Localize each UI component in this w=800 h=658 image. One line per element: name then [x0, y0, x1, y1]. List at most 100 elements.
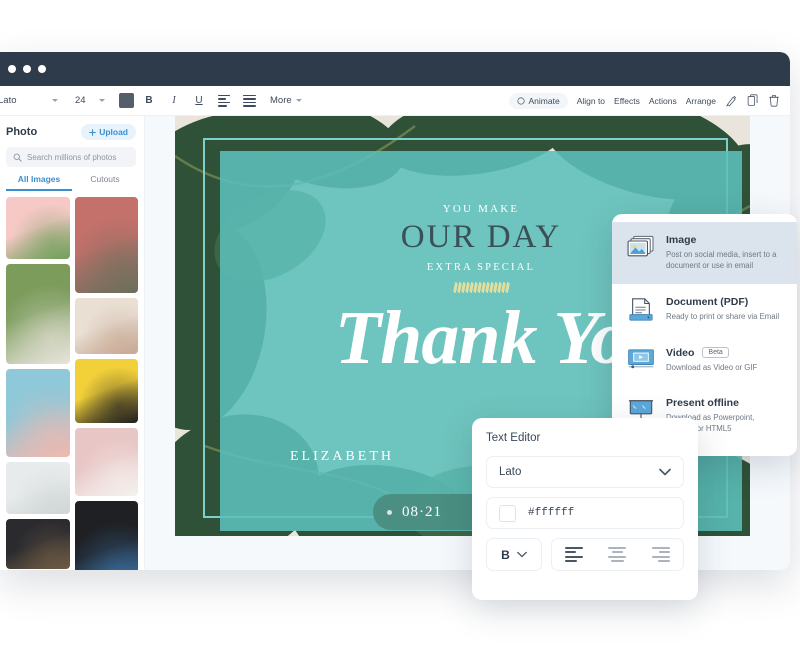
- animate-label: Animate: [528, 95, 560, 106]
- align-left-icon[interactable]: [564, 546, 583, 563]
- window-controls[interactable]: [8, 65, 46, 73]
- export-option-video-text: Video Beta Download as Video or GIF: [666, 347, 785, 373]
- photo-thumbnail[interactable]: [6, 264, 70, 364]
- color-hex-value: #ffffff: [528, 507, 575, 519]
- color-swatch[interactable]: [499, 504, 516, 522]
- photo-thumbnail[interactable]: [6, 519, 70, 569]
- more-options-button[interactable]: More: [270, 95, 302, 106]
- align-center-icon[interactable]: [608, 546, 627, 563]
- magic-brush-icon[interactable]: [725, 94, 738, 107]
- tab-all-images[interactable]: All Images: [6, 174, 72, 191]
- photo-thumbnail-overlay: [6, 264, 70, 364]
- plus-icon: [89, 128, 97, 136]
- effects-button[interactable]: Effects: [614, 96, 640, 106]
- export-option-image-text: Image Post on social media, insert to a …: [666, 234, 785, 272]
- animate-icon: [516, 96, 525, 105]
- photo-column-left: [6, 197, 70, 570]
- toolbar-left-group: Lato 24 B I U More: [0, 90, 302, 111]
- chevron-down-icon: [295, 99, 302, 102]
- video-play-icon: [626, 347, 656, 370]
- export-option-title: Video: [666, 346, 695, 359]
- sidebar-header: Photo Upload: [0, 116, 144, 144]
- chevron-down-icon: [99, 99, 105, 102]
- export-option-video[interactable]: Video Beta Download as Video or GIF: [612, 335, 797, 385]
- export-title-row: Present offline: [666, 397, 785, 409]
- font-select[interactable]: Lato: [486, 456, 684, 488]
- photo-thumbnail-overlay: [74, 197, 138, 293]
- search-input[interactable]: Search millions of photos: [6, 147, 136, 167]
- photo-thumbnail[interactable]: [6, 369, 70, 457]
- actions-button[interactable]: Actions: [649, 96, 677, 106]
- font-size-select[interactable]: 24: [69, 90, 111, 111]
- duplicate-icon[interactable]: [747, 94, 759, 107]
- export-option-desc: Post on social media, insert to a docume…: [666, 250, 777, 271]
- italic-button[interactable]: I: [164, 91, 184, 111]
- arrange-button[interactable]: Arrange: [686, 96, 716, 106]
- photo-thumbnail-overlay: [6, 462, 70, 514]
- export-title-row: Video Beta: [666, 347, 785, 359]
- photo-thumbnail[interactable]: [74, 428, 138, 496]
- text-style-row: B: [486, 538, 684, 571]
- photo-thumbnail[interactable]: [6, 197, 70, 259]
- font-family-value: Lato: [0, 95, 17, 106]
- font-size-value: 24: [75, 95, 86, 106]
- photo-thumbnail-overlay: [6, 519, 70, 569]
- photo-sidebar: Photo Upload Search millions of photos A…: [0, 116, 145, 570]
- align-right-icon[interactable]: [652, 546, 671, 563]
- photo-thumbnail[interactable]: [74, 359, 138, 423]
- bold-button[interactable]: B: [139, 91, 159, 111]
- toolbar-right-group: Animate Align to Effects Actions Arrange: [508, 92, 791, 109]
- text-align-group: [551, 538, 684, 571]
- trash-icon[interactable]: [768, 94, 780, 107]
- image-stack-icon: [626, 234, 656, 259]
- card-date-text: 08·21: [402, 503, 442, 520]
- window-dot-minimize[interactable]: [23, 65, 31, 73]
- bullet-list-icon[interactable]: [239, 91, 259, 111]
- search-icon: [13, 153, 22, 162]
- export-option-document[interactable]: Document (PDF) Ready to print or share v…: [612, 284, 797, 335]
- window-dot-maximize[interactable]: [38, 65, 46, 73]
- photo-thumbnail-overlay: [6, 197, 70, 259]
- screenshot-root: Lato 24 B I U More Animate Align to Effe…: [0, 0, 800, 658]
- card-signature-name[interactable]: ELIZABETH: [290, 449, 394, 465]
- beta-badge: Beta: [702, 347, 729, 359]
- export-option-desc: Download as Video or GIF: [666, 362, 758, 372]
- align-left-icon[interactable]: [214, 91, 234, 111]
- align-to-button[interactable]: Align to: [577, 96, 605, 106]
- photo-thumbnail[interactable]: [74, 197, 138, 293]
- color-field[interactable]: #ffffff: [486, 497, 684, 529]
- export-option-title: Image: [666, 234, 697, 246]
- bold-dropdown-button[interactable]: B: [486, 538, 542, 571]
- text-editor-panel[interactable]: Text Editor Lato #ffffff B: [472, 418, 698, 600]
- align-left-glyph: [218, 94, 230, 107]
- more-label: More: [270, 95, 292, 106]
- sidebar-title: Photo: [6, 126, 38, 138]
- upload-button[interactable]: Upload: [81, 124, 136, 140]
- font-family-select[interactable]: Lato: [0, 90, 64, 111]
- photo-thumbnail-overlay: [74, 298, 138, 354]
- animate-button[interactable]: Animate: [508, 92, 568, 109]
- photo-thumbnail[interactable]: [74, 501, 138, 570]
- upload-label: Upload: [99, 127, 128, 137]
- photo-thumbnail[interactable]: [74, 298, 138, 354]
- window-dot-close[interactable]: [8, 65, 16, 73]
- photo-thumbnail-overlay: [6, 369, 70, 457]
- photo-thumbnail-overlay: [74, 428, 138, 496]
- search-placeholder: Search millions of photos: [27, 152, 117, 162]
- export-option-title: Document (PDF): [666, 295, 749, 308]
- text-color-swatch[interactable]: [119, 93, 134, 108]
- export-option-image[interactable]: Image Post on social media, insert to a …: [612, 222, 797, 284]
- export-title-row: Image: [666, 234, 785, 246]
- badge-hole-icon: [387, 509, 392, 515]
- tab-cutouts[interactable]: Cutouts: [72, 174, 138, 191]
- bold-label: B: [501, 547, 510, 562]
- editor-toolbar: Lato 24 B I U More Animate Align to Effe…: [0, 86, 790, 116]
- underline-button[interactable]: U: [189, 91, 209, 111]
- pdf-document-icon: [626, 296, 656, 323]
- export-title-row: Document (PDF): [666, 296, 785, 308]
- photo-column-right: [74, 197, 138, 570]
- bullet-list-glyph: [242, 94, 256, 107]
- export-option-document-text: Document (PDF) Ready to print or share v…: [666, 296, 785, 322]
- photo-thumbnail[interactable]: [6, 462, 70, 514]
- photo-thumbnail-overlay: [74, 501, 138, 570]
